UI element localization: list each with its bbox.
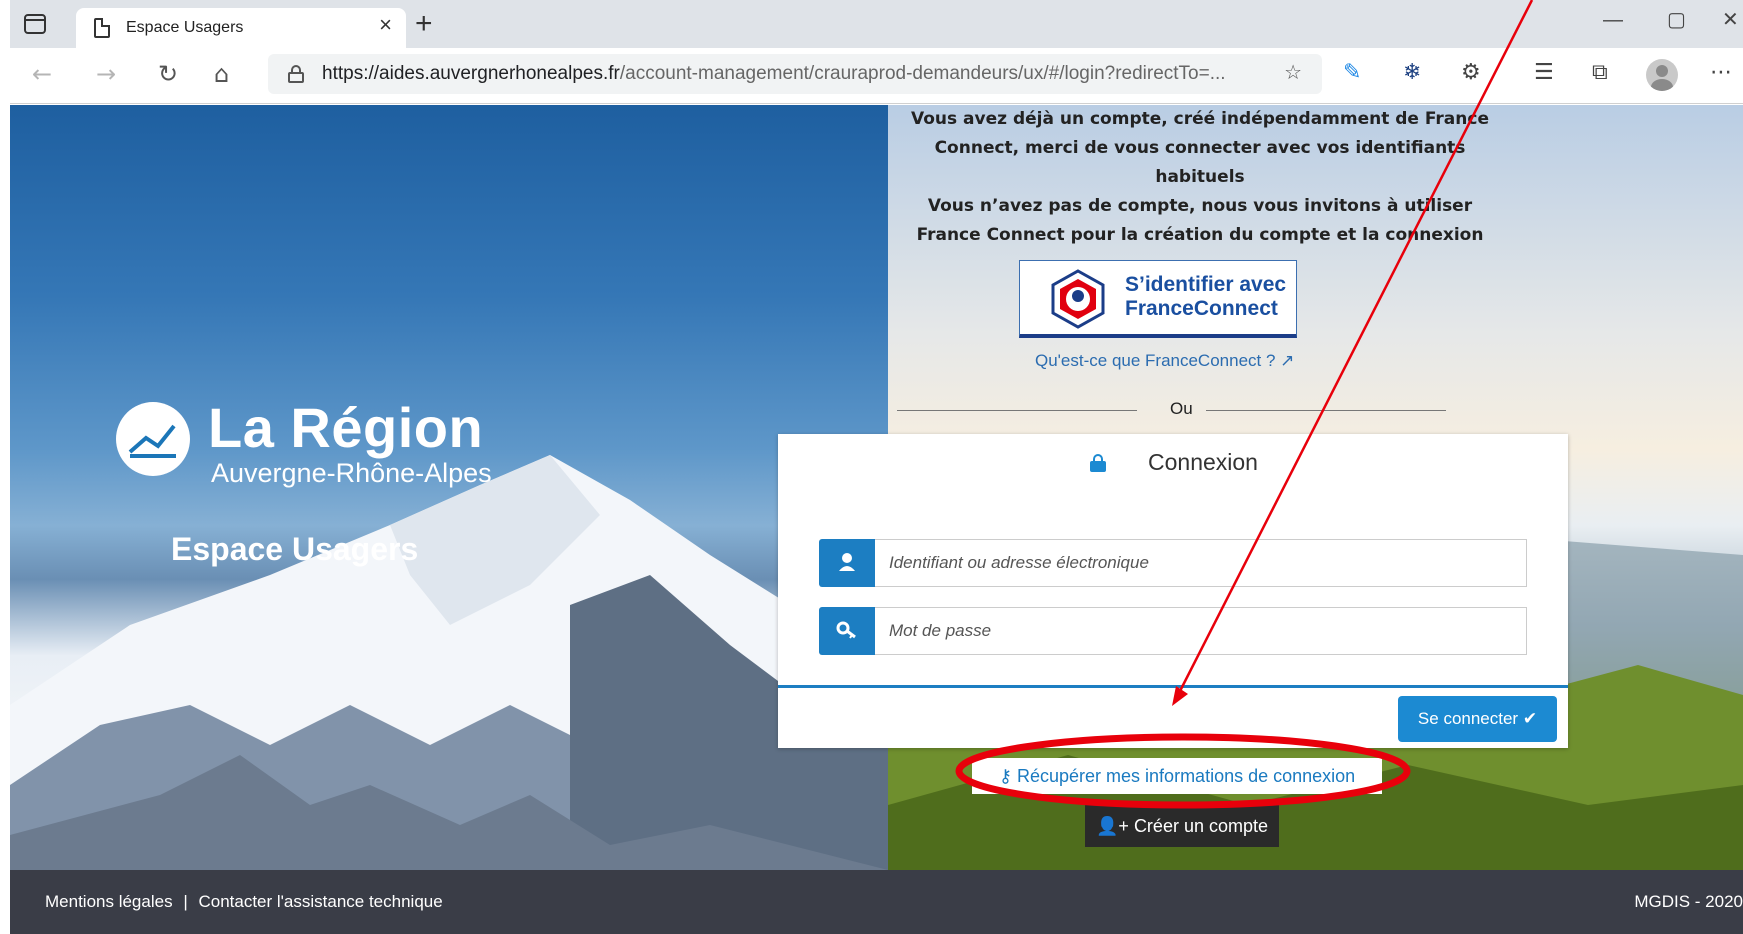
logo-subtitle: Auvergne-Rhône-Alpes <box>211 458 492 488</box>
footer: Mentions légales | Contacter l'assistanc… <box>10 870 1743 934</box>
username-row <box>819 539 1527 587</box>
legal-notice-link[interactable]: Mentions légales <box>45 892 173 911</box>
browser-toolbar: ← → ↻ ⌂ https://aides.auvergnerhonealpes… <box>10 48 1743 104</box>
add-favorite-icon[interactable]: ☆ <box>1284 62 1302 82</box>
url-text[interactable]: https://aides.auvergnerhonealpes.fr/acco… <box>322 63 1226 85</box>
copyright: MGDIS - 2020 <box>1634 892 1743 911</box>
site-info-icon[interactable] <box>288 65 304 83</box>
franceconnect-label: FranceConnect <box>1125 297 1278 320</box>
divider <box>897 410 1137 411</box>
back-icon[interactable]: ← <box>32 62 52 86</box>
or-separator: Ou <box>1170 399 1193 418</box>
forward-icon[interactable]: → <box>96 62 116 86</box>
what-is-franceconnect-link[interactable]: Qu'est-ce que FranceConnect ? ↗ <box>1035 351 1294 371</box>
key-icon <box>819 607 875 655</box>
close-tab-icon[interactable]: × <box>379 14 392 36</box>
close-window-button[interactable]: ✕ <box>1722 10 1739 30</box>
tab-actions-icon[interactable] <box>24 14 46 34</box>
create-account-label: Créer un compte <box>1133 816 1268 836</box>
info-line: Vous n’avez pas de compte, nous vous inv… <box>927 196 1473 216</box>
tab-strip: Espace Usagers × + — ▢ ✕ <box>10 0 1743 48</box>
info-line: France Connect pour la création du compt… <box>916 225 1484 245</box>
page-content: La Région Auvergne-Rhône-Alpes Espace Us… <box>10 105 1743 870</box>
divider <box>1206 410 1446 411</box>
username-input[interactable] <box>875 539 1527 587</box>
profile-avatar[interactable] <box>1646 59 1678 91</box>
tab-title: Espace Usagers <box>126 19 244 36</box>
login-title: Connexion <box>1148 449 1258 475</box>
refresh-icon[interactable]: ↻ <box>158 62 178 86</box>
more-menu-icon[interactable]: ⋯ <box>1710 62 1732 84</box>
extension-pen-icon[interactable]: ✎ <box>1343 62 1361 84</box>
add-user-icon: 👤+ <box>1096 816 1134 836</box>
new-tab-button[interactable]: + <box>415 9 433 39</box>
recover-label: Récupérer mes informations de connexion <box>1017 766 1356 786</box>
logo-title: La Région <box>208 396 484 459</box>
franceconnect-button[interactable]: S’identifier avec FranceConnect <box>1019 260 1297 338</box>
info-text: Vous avez déjà un compte, créé indépenda… <box>890 105 1510 250</box>
recover-credentials-link[interactable]: ⚷ Récupérer mes informations de connexio… <box>972 758 1382 794</box>
page-icon <box>94 18 110 38</box>
extension-snowflake-icon[interactable]: ❄ <box>1403 62 1421 84</box>
info-line: Connect, merci de vous connecter avec vo… <box>934 138 1466 158</box>
info-line: habituels <box>1155 167 1245 187</box>
lock-icon <box>1090 454 1106 472</box>
create-account-button[interactable]: 👤+ Créer un compte <box>1085 805 1279 847</box>
footer-separator: | <box>183 892 188 911</box>
restore-button[interactable]: ▢ <box>1667 10 1686 30</box>
contact-support-link[interactable]: Contacter l'assistance technique <box>198 892 442 911</box>
region-logo-icon <box>116 402 190 476</box>
card-separator <box>778 685 1568 688</box>
space-title: Espace Usagers <box>171 531 419 567</box>
footer-links: Mentions légales | Contacter l'assistanc… <box>45 892 443 912</box>
info-line: Vous avez déjà un compte, créé indépenda… <box>911 109 1489 129</box>
browser-tab[interactable]: Espace Usagers × <box>76 8 406 48</box>
login-card: Connexion Se connecter ✔ <box>778 434 1568 748</box>
franceconnect-label: S’identifier avec <box>1125 273 1287 296</box>
extensions-puzzle-icon[interactable]: ⚙ <box>1461 62 1481 84</box>
link-label: Qu'est-ce que FranceConnect ? <box>1035 351 1276 370</box>
browser-window: Espace Usagers × + — ▢ ✕ ← → ↻ ⌂ https:/… <box>10 0 1743 934</box>
address-bar[interactable]: https://aides.auvergnerhonealpes.fr/acco… <box>268 54 1322 94</box>
franceconnect-logo-icon <box>1051 269 1105 329</box>
collections-icon[interactable]: ⧉ <box>1592 62 1608 84</box>
favorites-icon[interactable]: ☰ <box>1534 62 1554 84</box>
home-icon[interactable]: ⌂ <box>214 62 229 86</box>
external-link-icon: ↗ <box>1280 351 1295 370</box>
password-row <box>819 607 1527 655</box>
login-button[interactable]: Se connecter ✔ <box>1398 696 1557 742</box>
user-icon <box>819 539 875 587</box>
key-icon: ⚷ <box>998 766 1017 786</box>
minimize-button[interactable]: — <box>1603 10 1623 30</box>
password-input[interactable] <box>875 607 1527 655</box>
